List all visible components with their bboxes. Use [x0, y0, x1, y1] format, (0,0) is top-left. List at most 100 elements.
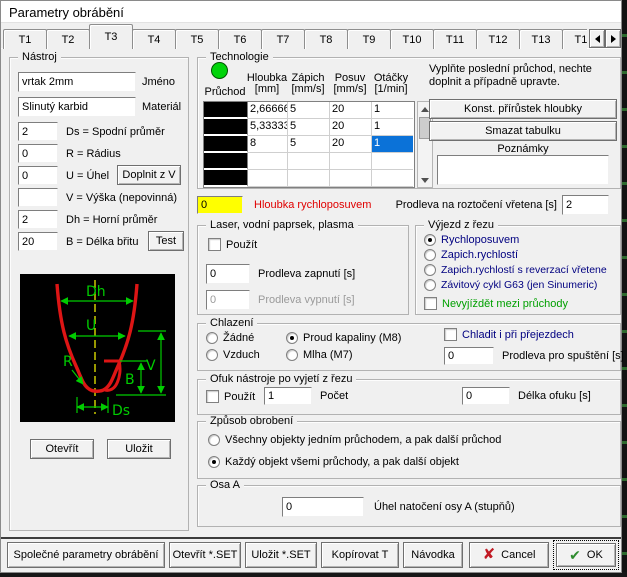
pass-color-cell[interactable] [204, 153, 248, 170]
rapid-depth-input[interactable] [197, 196, 243, 214]
cooling-delay-input[interactable] [444, 347, 494, 365]
clear-table-button[interactable]: Smazat tabulku [429, 121, 617, 141]
save-set-button[interactable]: Uložit *.SET [245, 542, 317, 568]
test-button[interactable]: Test [148, 231, 184, 251]
copy-t-button[interactable]: Kopírovat T [321, 542, 399, 568]
arrow-down-icon [421, 178, 429, 183]
tool-name-input[interactable] [18, 72, 136, 92]
table-cell[interactable] [288, 170, 330, 187]
table-cell[interactable]: 5 [288, 102, 330, 119]
guide-button[interactable]: Návodka [403, 542, 463, 568]
exit-radio-plunge-speed[interactable]: Zapich.rychlostí [424, 249, 518, 261]
spindle-delay-input[interactable] [562, 195, 609, 215]
radio-icon [424, 234, 436, 246]
exit-radio-plunge-reverse[interactable]: Zapich.rychlostí s reverzací vřetene [424, 264, 607, 276]
cooling-radio-air[interactable]: Vzduch [206, 349, 260, 361]
method-radio-each-object[interactable]: Každý objekt všemi průchody, a pak další… [208, 456, 459, 468]
pass-color-cell[interactable] [204, 136, 248, 153]
table-cell[interactable]: 20 [330, 102, 372, 119]
const-depth-increment-button[interactable]: Konst. přírůstek hloubky [429, 99, 617, 119]
tab-t1[interactable]: T1 [3, 29, 47, 49]
pass-color-cell[interactable] [204, 170, 248, 187]
pass-color-cell[interactable] [204, 119, 248, 136]
checkbox-icon [424, 297, 437, 310]
tool-u-input[interactable] [18, 166, 58, 185]
tool-name-label: Jméno [142, 76, 175, 88]
arrow-right-icon [611, 35, 616, 43]
tab-scroll-right-button[interactable] [605, 29, 621, 48]
table-cell-selected[interactable]: 1 [372, 136, 413, 153]
table-cell[interactable] [330, 170, 372, 187]
table-cell[interactable] [288, 153, 330, 170]
laser-on-delay-input[interactable] [206, 264, 250, 284]
scrollbar-down-button[interactable] [418, 173, 432, 187]
notes-textarea[interactable] [437, 155, 609, 185]
blowoff-count-input[interactable] [264, 387, 312, 405]
method-group: Způsob obrobení Všechny objekty jedním p… [197, 421, 621, 479]
table-cell[interactable]: 1 [372, 102, 413, 119]
ok-button[interactable]: ✔ OK [556, 543, 616, 567]
tab-t9[interactable]: T9 [347, 29, 391, 49]
tool-ds-input[interactable] [18, 122, 58, 141]
tab-strip: T1 T2 T3 T4 T5 T6 T7 T8 T9 T10 T11 T12 T… [3, 24, 587, 49]
table-cell[interactable]: 20 [330, 119, 372, 136]
laser-group: Laser, vodní paprsek, plasma Použít Prod… [197, 225, 409, 315]
cooling-radio-none[interactable]: Žádné [206, 332, 254, 344]
exit-radio-rapid[interactable]: Rychloposuvem [424, 234, 519, 246]
exit-radio-g63[interactable]: Závitový cykl G63 (jen Sinumeric) [424, 279, 597, 291]
table-cell[interactable] [248, 170, 288, 187]
tab-scroll-left-button[interactable] [589, 29, 605, 48]
table-cell[interactable] [372, 170, 413, 187]
blowoff-length-input[interactable] [462, 387, 510, 405]
cooling-radio-mist-m7[interactable]: Mlha (M7) [286, 349, 353, 361]
radio-icon [286, 332, 298, 344]
table-cell[interactable]: 2,66666 [248, 102, 288, 119]
axis-a-angle-input[interactable] [282, 497, 364, 517]
no-exit-between-passes-checkbox[interactable]: Nevyjíždět mezi průchody [424, 297, 568, 310]
tool-dh-input[interactable] [18, 210, 58, 229]
technology-table: 2,66666 5 20 1 5,33333 5 20 1 8 5 20 1 [203, 101, 415, 188]
table-cell[interactable] [330, 153, 372, 170]
fill-from-v-button[interactable]: Doplnit z V [117, 165, 181, 185]
tool-open-button[interactable]: Otevřít [30, 439, 94, 459]
cool-on-travel-checkbox[interactable]: Chladit i při přejezdech [444, 328, 574, 341]
table-cell[interactable]: 20 [330, 136, 372, 153]
tool-b-input[interactable] [18, 232, 58, 251]
table-cell[interactable]: 5,33333 [248, 119, 288, 136]
depth-column-header: Hloubka[mm] [245, 73, 289, 95]
table-cell[interactable]: 5 [288, 136, 330, 153]
tab-t12[interactable]: T12 [476, 29, 520, 49]
tool-r-input[interactable] [18, 144, 58, 163]
cooling-radio-liquid-m8[interactable]: Proud kapaliny (M8) [286, 332, 401, 344]
tab-t2[interactable]: T2 [46, 29, 90, 49]
pass-color-cell[interactable] [204, 102, 248, 119]
blowoff-use-checkbox[interactable]: Použít [206, 390, 255, 403]
tool-material-input[interactable] [18, 97, 136, 117]
table-cell[interactable]: 8 [248, 136, 288, 153]
technology-hint: Vyplňte poslední průchod, nechte doplnit… [429, 63, 617, 89]
tab-t13[interactable]: T13 [519, 29, 563, 49]
tool-diagram: Dh U V B R Ds [20, 274, 175, 422]
tab-t8[interactable]: T8 [304, 29, 348, 49]
tab-t4[interactable]: T4 [132, 29, 176, 49]
common-params-button[interactable]: Společné parametry obrábění [7, 542, 165, 568]
cancel-button[interactable]: ✘ Cancel [469, 542, 549, 568]
tool-group: Nástroj Jméno Materiál Ds = Spodní průmě… [9, 57, 189, 531]
tool-v-input[interactable] [18, 188, 58, 207]
laser-use-checkbox[interactable]: Použít [208, 238, 257, 251]
open-set-button[interactable]: Otevřít *.SET [169, 542, 241, 568]
tab-t3-active[interactable]: T3 [89, 24, 133, 49]
tab-t14[interactable]: T14 [562, 29, 587, 49]
table-cell[interactable] [248, 153, 288, 170]
tab-t7[interactable]: T7 [261, 29, 305, 49]
table-cell[interactable]: 1 [372, 119, 413, 136]
feed-column-header: Posuv[mm/s] [328, 73, 372, 95]
table-cell[interactable]: 5 [288, 119, 330, 136]
tab-t11[interactable]: T11 [433, 29, 477, 49]
tab-t10[interactable]: T10 [390, 29, 434, 49]
tool-save-button[interactable]: Uložit [107, 439, 171, 459]
method-radio-all-objects[interactable]: Všechny objekty jedním průchodem, a pak … [208, 434, 501, 446]
tab-t5[interactable]: T5 [175, 29, 219, 49]
table-cell[interactable] [372, 153, 413, 170]
tab-t6[interactable]: T6 [218, 29, 262, 49]
